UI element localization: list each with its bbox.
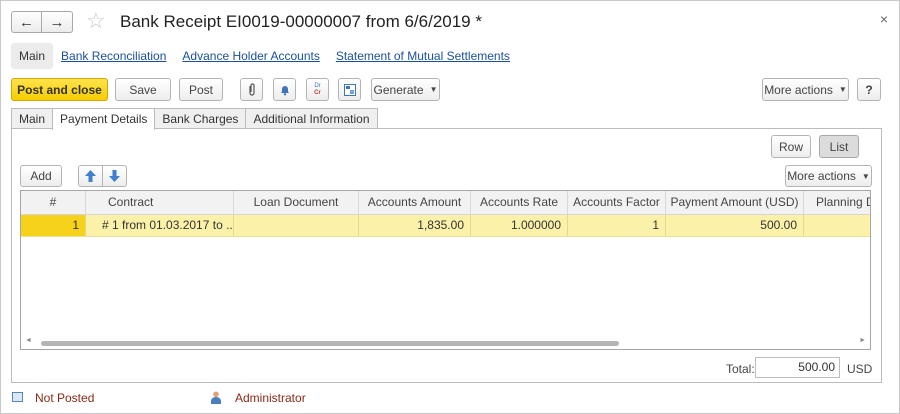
column-header-accounts-rate[interactable]: Accounts Rate	[471, 191, 568, 214]
scroll-left-icon[interactable]: ◄	[25, 337, 32, 344]
paperclip-icon	[248, 82, 255, 96]
total-currency: USD	[847, 362, 873, 376]
section-links: Main Bank Reconciliation Advance Holder …	[11, 43, 518, 69]
report-icon	[343, 83, 356, 96]
user-icon	[211, 391, 221, 404]
tab-strip: Main Payment Details Bank Charges Additi…	[11, 108, 378, 130]
author-name: Administrator	[235, 391, 306, 405]
table-row[interactable]: 1 # 1 from 01.03.2017 to ... 1,835.00 1.…	[21, 215, 870, 237]
command-bar: Post and close Save Post Dr Cr Generate …	[11, 78, 881, 102]
total-label: Total:	[726, 362, 755, 376]
scrollbar-thumb[interactable]	[41, 341, 619, 346]
document-status-icon	[12, 392, 23, 402]
arrow-down-icon	[109, 170, 120, 182]
history-nav: ← →	[11, 11, 73, 33]
grid-more-actions-button[interactable]: More actions ▼	[785, 165, 872, 187]
arrow-up-icon	[85, 170, 96, 182]
back-button[interactable]: ←	[11, 11, 42, 33]
status-bar: Not Posted Administrator	[11, 390, 411, 406]
dr-cr-button[interactable]: Dr Cr	[306, 78, 329, 101]
dr-cr-icon: Dr Cr	[314, 82, 321, 96]
tab-additional-information[interactable]: Additional Information	[245, 108, 378, 129]
payment-details-table: # Contract Loan Document Accounts Amount…	[20, 190, 871, 350]
column-header-planning-document[interactable]: Planning Do	[804, 191, 870, 214]
section-bank-reconciliation[interactable]: Bank Reconciliation	[53, 43, 174, 69]
report-structure-button[interactable]	[338, 78, 361, 101]
help-button[interactable]: ?	[857, 78, 881, 101]
posting-status: Not Posted	[35, 391, 95, 405]
cell-accounts-factor[interactable]: 1	[568, 215, 666, 236]
move-down-button[interactable]	[102, 165, 127, 187]
page-title: Bank Receipt EI0019-00000007 from 6/6/20…	[120, 12, 482, 31]
column-header-payment-amount[interactable]: Payment Amount (USD)	[666, 191, 804, 214]
section-advance-holder-accounts[interactable]: Advance Holder Accounts	[174, 43, 327, 69]
document-window: ← → ☆ Bank Receipt EI0019-00000007 from …	[0, 0, 900, 414]
cell-number[interactable]: 1	[21, 215, 86, 236]
caret-down-icon: ▼	[838, 85, 847, 94]
horizontal-scrollbar[interactable]: ◄ ►	[21, 337, 870, 349]
column-header-number[interactable]: #	[21, 191, 86, 214]
save-button[interactable]: Save	[115, 78, 171, 101]
cell-loan-document[interactable]	[234, 215, 359, 236]
column-header-accounts-amount[interactable]: Accounts Amount	[359, 191, 471, 214]
caret-down-icon: ▼	[861, 171, 870, 181]
cell-contract[interactable]: # 1 from 01.03.2017 to ...	[86, 215, 234, 236]
close-icon[interactable]: ×	[880, 11, 888, 27]
column-header-contract[interactable]: Contract	[86, 191, 234, 214]
arrow-right-icon: →	[49, 13, 65, 31]
reminder-button[interactable]	[273, 78, 296, 101]
add-button[interactable]: Add	[20, 165, 62, 187]
caret-down-icon: ▼	[429, 85, 438, 94]
generate-button[interactable]: Generate ▼	[371, 78, 440, 101]
cell-accounts-amount[interactable]: 1,835.00	[359, 215, 471, 236]
tab-bank-charges[interactable]: Bank Charges	[154, 108, 247, 129]
column-header-loan-document[interactable]: Loan Document	[234, 191, 359, 214]
total-amount-field: 500.00	[755, 357, 840, 378]
post-and-close-button[interactable]: Post and close	[11, 78, 108, 101]
tab-main[interactable]: Main	[11, 108, 54, 129]
cell-accounts-rate[interactable]: 1.000000	[471, 215, 568, 236]
section-statement-of-mutual-settlements[interactable]: Statement of Mutual Settlements	[328, 43, 518, 69]
move-up-button[interactable]	[78, 165, 103, 187]
column-header-accounts-factor[interactable]: Accounts Factor	[568, 191, 666, 214]
bell-icon	[280, 85, 289, 95]
section-main[interactable]: Main	[11, 43, 54, 69]
table-header: # Contract Loan Document Accounts Amount…	[21, 191, 870, 215]
forward-button[interactable]: →	[42, 11, 73, 33]
view-row-button[interactable]: Row	[771, 135, 811, 158]
view-list-button[interactable]: List	[819, 135, 859, 158]
cell-planning-document[interactable]	[804, 215, 870, 236]
favorite-star-icon[interactable]: ☆	[86, 10, 106, 32]
more-actions-button[interactable]: More actions ▼	[762, 78, 849, 101]
attach-button[interactable]	[240, 78, 263, 101]
cell-payment-amount[interactable]: 500.00	[666, 215, 804, 236]
tab-payment-details[interactable]: Payment Details	[52, 108, 156, 130]
post-button[interactable]: Post	[179, 78, 223, 101]
scroll-right-icon[interactable]: ►	[859, 337, 866, 344]
arrow-left-icon: ←	[19, 13, 34, 31]
